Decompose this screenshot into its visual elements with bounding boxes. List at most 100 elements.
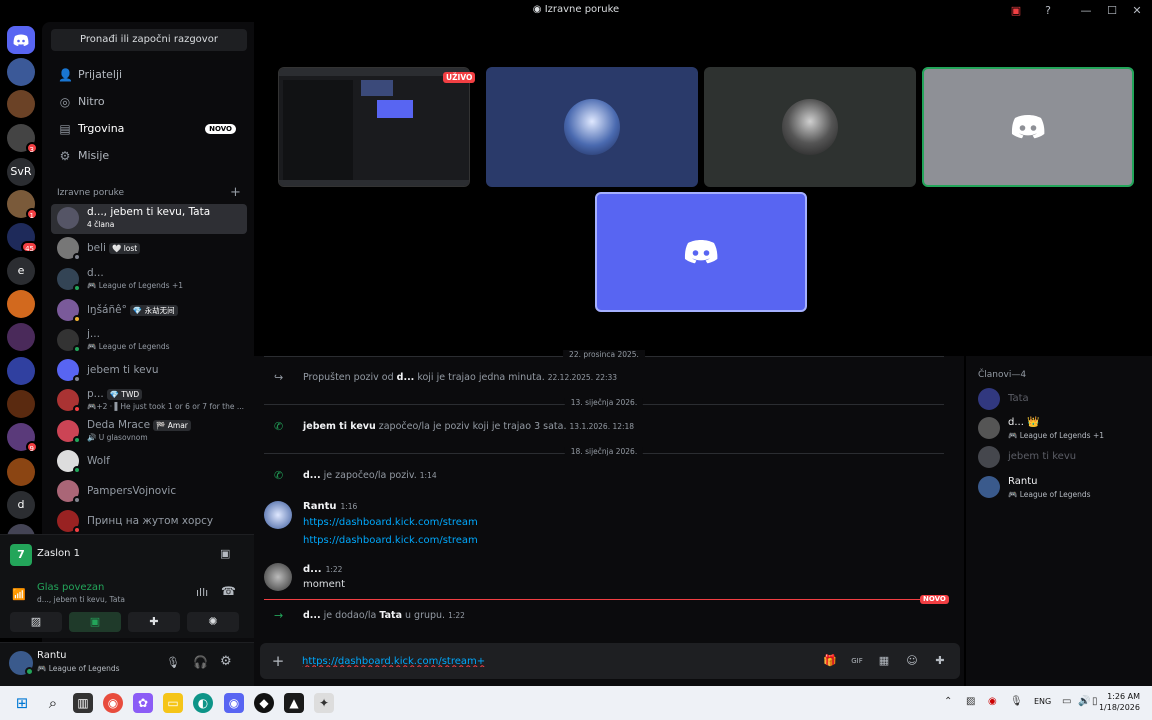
server-icon[interactable]: 3 bbox=[7, 124, 38, 154]
network-icon[interactable]: ▭ bbox=[1062, 696, 1071, 707]
discord-logo-icon bbox=[684, 240, 718, 264]
server-icon[interactable] bbox=[7, 90, 35, 118]
member-item[interactable]: Rantu 🎮 League of Legends bbox=[976, 472, 1146, 502]
avatar[interactable] bbox=[264, 501, 292, 529]
server-icon[interactable]: 9 bbox=[7, 423, 38, 453]
message-input[interactable] bbox=[302, 643, 782, 679]
activities-button[interactable]: ✚ bbox=[128, 612, 180, 632]
server-icon[interactable]: 45 bbox=[7, 223, 38, 253]
dm-item[interactable]: Принц на жутом хорсу bbox=[51, 507, 247, 537]
user-activity: 🎮 League of Legends bbox=[37, 664, 120, 673]
nav-quests[interactable]: ⚙ Misije bbox=[50, 143, 246, 169]
maximize-button[interactable]: ☐ bbox=[1101, 2, 1123, 20]
dm-item[interactable]: d... 🎮 League of Legends +1 bbox=[51, 265, 247, 295]
emoji-icon[interactable]: ☺ bbox=[904, 653, 920, 669]
voice-channel[interactable]: d..., jebem ti kevu, Tata bbox=[37, 595, 125, 604]
dm-item[interactable]: lŋšáñê° 💎 永劫无间 bbox=[51, 296, 247, 326]
file-explorer-icon[interactable]: ▭ bbox=[163, 693, 183, 713]
dm-item[interactable]: j... 🎮 League of Legends bbox=[51, 326, 247, 356]
msg-author[interactable]: jebem ti kevu bbox=[303, 421, 376, 432]
msg-target[interactable]: Tata bbox=[379, 610, 402, 621]
server-icon[interactable] bbox=[7, 290, 35, 318]
participant-tile-speaking[interactable] bbox=[922, 67, 1134, 187]
attach-plus-icon[interactable]: + bbox=[270, 653, 286, 669]
clock[interactable]: 1:26 AM 1/18/2026 bbox=[1099, 691, 1140, 713]
new-messages-line bbox=[264, 599, 944, 600]
inbox-icon[interactable]: ▣ bbox=[1005, 2, 1027, 20]
tray-icon[interactable]: ◉ bbox=[988, 696, 997, 707]
server-icon[interactable] bbox=[7, 58, 35, 86]
server-icon[interactable] bbox=[7, 390, 35, 418]
soundboard-button[interactable]: ✺ bbox=[187, 612, 239, 632]
language-indicator[interactable]: ENG bbox=[1034, 697, 1051, 706]
server-icon[interactable]: d bbox=[7, 491, 35, 519]
server-icon[interactable] bbox=[7, 458, 35, 486]
nav-nitro[interactable]: ◎ Nitro bbox=[50, 89, 246, 115]
dm-item[interactable]: p... 💎 TWD 🎮+2 · ▌He just took 1 or 6 or 7… bbox=[51, 386, 247, 416]
camera-off-button[interactable]: ▨ bbox=[10, 612, 62, 632]
dm-item[interactable]: Deda Mrace 🏁 Amar 🔊 U glasovnom bbox=[51, 417, 247, 447]
home-button[interactable] bbox=[7, 26, 35, 54]
participant-tile[interactable] bbox=[704, 67, 916, 187]
stop-stream-icon[interactable]: ▣ bbox=[220, 547, 230, 560]
apps-icon[interactable]: ✚ bbox=[932, 653, 948, 669]
server-icon[interactable] bbox=[7, 357, 35, 385]
screen-share-button[interactable]: ▣ bbox=[69, 612, 121, 632]
help-icon[interactable]: ? bbox=[1037, 2, 1059, 20]
tray-mic-icon[interactable]: 🎙 bbox=[1010, 696, 1023, 707]
participant-tile[interactable] bbox=[595, 192, 807, 312]
chrome-icon[interactable]: ◉ bbox=[103, 693, 123, 713]
app-icon[interactable]: ✦ bbox=[314, 693, 334, 713]
find-conversation-button[interactable]: Pronađi ili započni razgovor bbox=[51, 29, 247, 51]
volume-icon[interactable]: 🔊 bbox=[1078, 696, 1090, 707]
app-icon[interactable]: ▲ bbox=[284, 693, 304, 713]
edge-icon[interactable]: ◐ bbox=[193, 693, 213, 713]
member-item[interactable]: jebem ti kevu bbox=[976, 442, 1146, 472]
nav-friends[interactable]: 👤 Prijatelji bbox=[50, 62, 246, 88]
headphones-icon[interactable]: 🎧 bbox=[193, 655, 208, 669]
member-item[interactable]: d... 👑 🎮 League of Legends +1 bbox=[976, 413, 1146, 443]
server-icon[interactable]: 1 bbox=[7, 190, 38, 220]
nav-shop[interactable]: ▤ Trgovina NOVO bbox=[50, 116, 246, 142]
app-icon[interactable]: ▥ bbox=[73, 693, 93, 713]
msg-author[interactable]: d... bbox=[303, 610, 321, 621]
message-author[interactable]: d... 1:22 bbox=[303, 564, 342, 575]
sticker-icon[interactable]: ▦ bbox=[876, 653, 892, 669]
noise-suppression-icon[interactable]: ıllı bbox=[196, 586, 208, 599]
stream-preview-tile[interactable] bbox=[278, 67, 470, 187]
battery-icon[interactable]: ▯ bbox=[1092, 696, 1098, 707]
settings-gear-icon[interactable]: ⚙ bbox=[220, 654, 232, 669]
close-button[interactable]: ✕ bbox=[1126, 2, 1148, 20]
dm-item[interactable]: PampersVojnovic bbox=[51, 477, 247, 507]
search-icon[interactable]: ⌕ bbox=[43, 693, 63, 713]
create-dm-button[interactable]: + bbox=[230, 185, 241, 200]
minimize-button[interactable]: — bbox=[1075, 2, 1097, 20]
member-item[interactable]: Tata bbox=[976, 384, 1146, 414]
author-name[interactable]: d... bbox=[303, 564, 322, 575]
dm-item[interactable]: d..., jebem ti kevu, Tata 4 člana bbox=[51, 204, 247, 234]
dm-item[interactable]: Wolf bbox=[51, 447, 247, 477]
tray-chevron-icon[interactable]: ⌃ bbox=[944, 696, 952, 707]
server-icon[interactable] bbox=[7, 323, 35, 351]
app-icon[interactable]: ✿ bbox=[133, 693, 153, 713]
msg-author[interactable]: d... bbox=[303, 470, 321, 481]
message-author[interactable]: Rantu 1:16 bbox=[303, 501, 357, 512]
windows-start-icon[interactable]: ⊞ bbox=[12, 693, 32, 713]
avatar[interactable] bbox=[264, 563, 292, 591]
server-icon[interactable]: SvR bbox=[7, 158, 35, 186]
msg-author[interactable]: d... bbox=[397, 372, 415, 383]
server-icon[interactable]: e bbox=[7, 257, 35, 285]
dm-item[interactable]: jebem ti kevu bbox=[51, 356, 247, 386]
author-name[interactable]: Rantu bbox=[303, 501, 336, 512]
discord-taskbar-icon[interactable]: ◉ bbox=[224, 693, 244, 713]
participant-tile[interactable] bbox=[486, 67, 698, 187]
gift-icon[interactable]: 🎁 bbox=[822, 653, 838, 669]
gif-icon[interactable]: GIF bbox=[849, 653, 865, 669]
message-link[interactable]: https://dashboard.kick.com/stream bbox=[303, 535, 478, 546]
tray-icon[interactable]: ▨ bbox=[966, 696, 975, 707]
app-icon[interactable]: ◆ bbox=[254, 693, 274, 713]
disconnect-icon[interactable]: ☎ bbox=[221, 584, 236, 598]
microphone-icon[interactable]: 🎙 bbox=[166, 656, 180, 669]
dm-item[interactable]: beli 🤍 lost bbox=[51, 234, 247, 264]
message-link[interactable]: https://dashboard.kick.com/stream bbox=[303, 517, 478, 528]
